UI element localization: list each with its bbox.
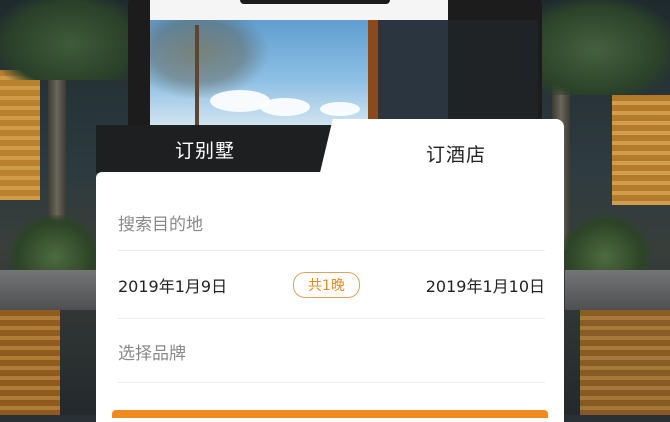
tab-book-villa-label: 订别墅 xyxy=(174,139,235,162)
window-blinds-right xyxy=(612,95,670,205)
checkin-date[interactable]: 2019年1月9日 xyxy=(118,273,227,297)
phone-notch xyxy=(240,0,390,4)
stone-ledge-left xyxy=(0,270,97,310)
search-button[interactable] xyxy=(112,410,548,418)
brand-select-field[interactable]: 选择品牌 xyxy=(118,320,545,383)
shrub-right xyxy=(560,215,650,275)
date-range-row: 2019年1月9日 共1晚 2019年1月10日 xyxy=(118,252,545,319)
tab-book-hotel-label: 订酒店 xyxy=(425,144,486,166)
nights-badge: 共1晚 xyxy=(292,272,360,298)
destination-placeholder: 搜索目的地 xyxy=(118,214,203,235)
tab-book-villa[interactable]: 订别墅 xyxy=(96,125,334,173)
window-blinds-right-lower xyxy=(580,300,670,415)
tree-crown xyxy=(150,20,270,100)
booking-card: 搜索目的地 2019年1月9日 共1晚 2019年1月10日 选择品牌 xyxy=(96,172,564,422)
shrub-left xyxy=(10,215,100,275)
phone-bezel-right xyxy=(448,20,538,130)
tree-trunk xyxy=(195,25,199,130)
window-blinds-left xyxy=(0,70,40,200)
cloud xyxy=(320,102,360,116)
destination-search-field[interactable]: 搜索目的地 xyxy=(118,194,545,251)
stone-ledge-right xyxy=(565,270,670,310)
brand-placeholder: 选择品牌 xyxy=(118,343,186,364)
phone-screen-photo xyxy=(150,20,448,130)
checkout-date[interactable]: 2019年1月10日 xyxy=(426,273,545,297)
building-facade xyxy=(368,20,448,130)
window-blinds-left-lower xyxy=(0,310,60,415)
cloud xyxy=(260,98,310,116)
